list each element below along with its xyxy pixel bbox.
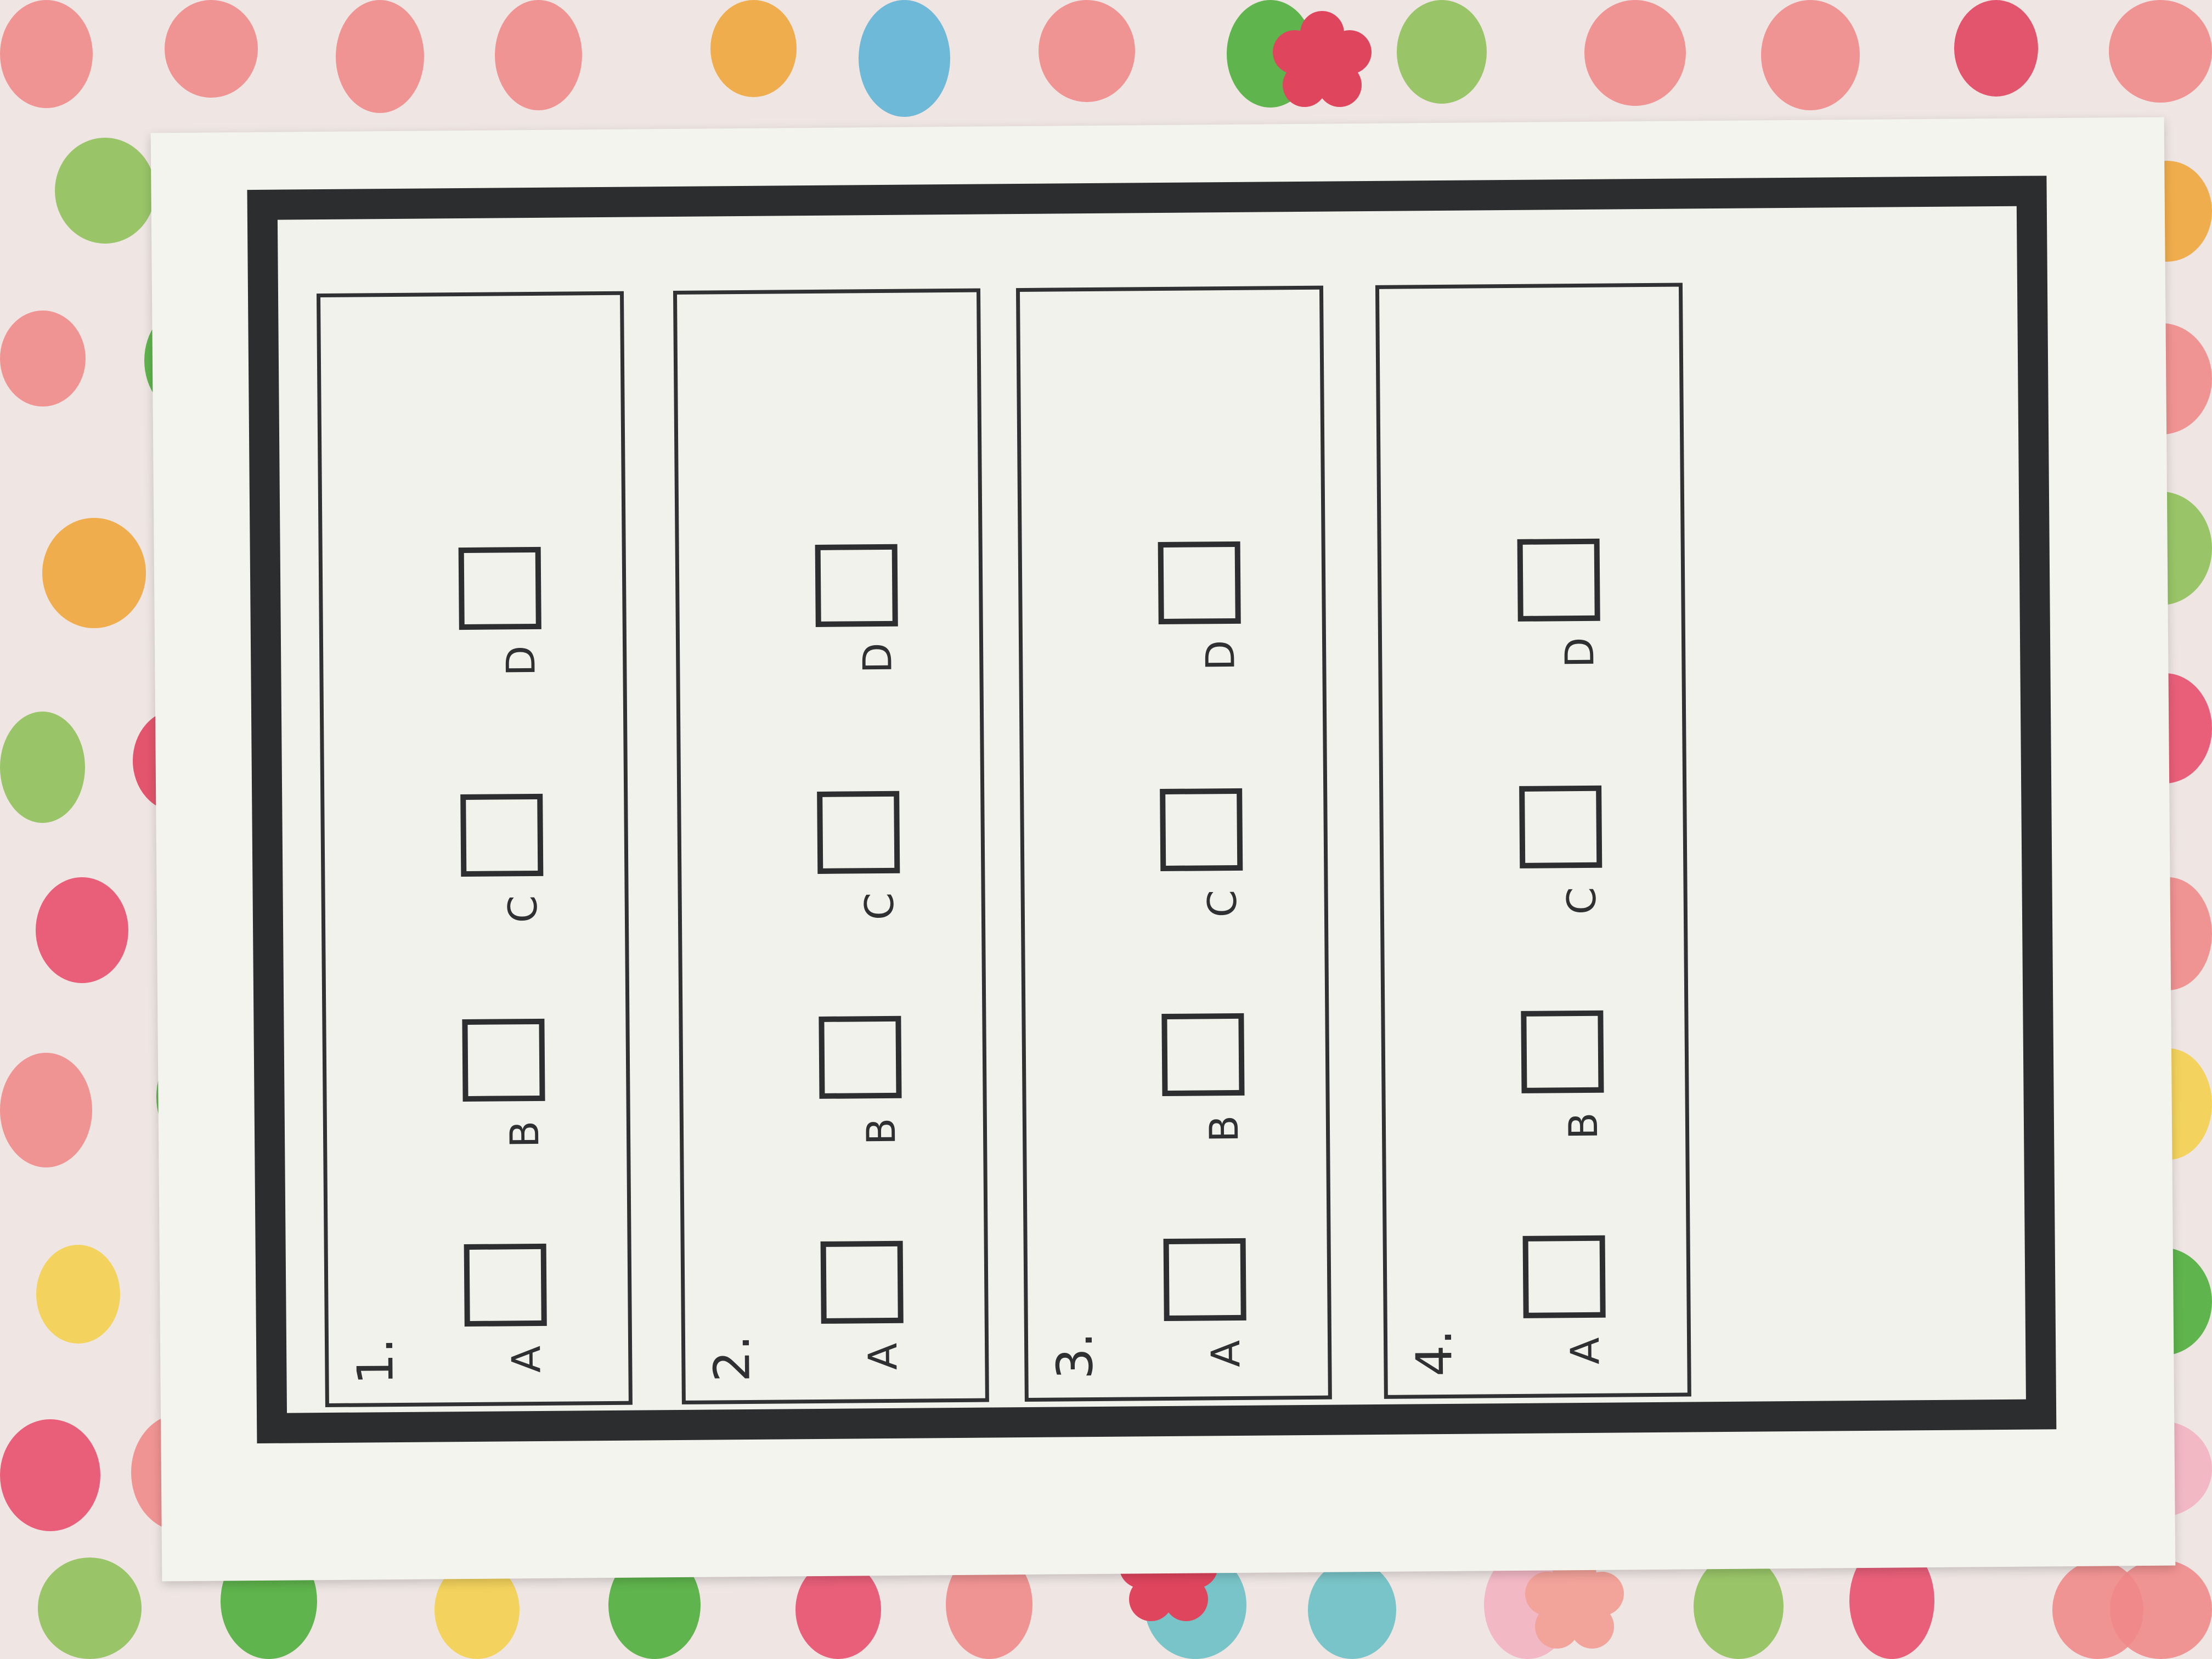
flower-petal — [1553, 1580, 1596, 1624]
option-letter: A — [860, 1342, 906, 1370]
tablecloth-dot — [336, 0, 424, 113]
option-b[interactable]: B — [1161, 1013, 1256, 1143]
answer-checkbox[interactable] — [820, 1240, 904, 1324]
tablecloth-dot — [1308, 1561, 1396, 1659]
option-letter: B — [1200, 1115, 1248, 1143]
answer-sheet-paper: 1. A B C D 2. A B C D 3. A B C D 4. A B … — [150, 117, 2176, 1582]
option-c[interactable]: C — [817, 791, 911, 921]
option-b[interactable]: B — [1521, 1010, 1615, 1140]
answer-checkbox[interactable] — [460, 793, 544, 877]
option-b[interactable]: B — [819, 1015, 913, 1146]
option-letter: C — [1558, 887, 1605, 915]
answer-checkbox[interactable] — [817, 791, 900, 874]
tablecloth-dot — [36, 877, 128, 983]
tablecloth-dot — [0, 1419, 100, 1531]
answer-checkbox[interactable] — [1160, 788, 1243, 872]
option-letter: A — [1562, 1337, 1609, 1365]
option-a[interactable]: A — [1522, 1235, 1617, 1365]
answer-checkbox[interactable] — [1158, 541, 1241, 625]
tablecloth-dot — [2110, 1560, 2212, 1659]
option-letter: D — [498, 645, 544, 676]
tablecloth-dot — [36, 1245, 120, 1344]
option-a[interactable]: A — [1163, 1238, 1257, 1368]
answer-checkbox[interactable] — [458, 546, 541, 630]
tablecloth-dot — [2109, 0, 2212, 103]
question-panel-3: 3. A B C D — [1015, 285, 1332, 1402]
option-letter: C — [499, 895, 546, 923]
option-letter: A — [1203, 1340, 1249, 1368]
answer-checkbox[interactable] — [1519, 785, 1602, 868]
answer-checkbox[interactable] — [815, 544, 898, 627]
tablecloth-dot — [55, 138, 155, 244]
option-letter: D — [854, 642, 901, 674]
option-c[interactable]: C — [1160, 788, 1254, 918]
tablecloth-dot — [0, 712, 85, 823]
option-letter: D — [1197, 640, 1244, 671]
answer-checkbox[interactable] — [1163, 1238, 1246, 1322]
tablecloth-dot — [1039, 0, 1135, 102]
option-letter: B — [501, 1120, 548, 1148]
option-letter: A — [503, 1345, 550, 1373]
answer-checkbox[interactable] — [819, 1015, 902, 1099]
tablecloth-dot — [710, 0, 797, 97]
option-letter: C — [856, 892, 902, 921]
answer-checkbox[interactable] — [1521, 1010, 1604, 1093]
question-number: 2. — [703, 1334, 761, 1383]
tablecloth-dot — [1584, 0, 1686, 106]
option-letter: D — [1556, 637, 1603, 668]
tablecloth-flower — [1273, 11, 1372, 110]
tablecloth-dot — [0, 311, 86, 407]
question-number: 1. — [346, 1338, 405, 1385]
question-panel-4: 4. A B C D — [1375, 283, 1691, 1399]
flower-petal — [1300, 38, 1344, 82]
tablecloth-dot — [1761, 0, 1860, 110]
answer-checkbox[interactable] — [1161, 1013, 1245, 1097]
option-letter: B — [857, 1118, 905, 1146]
question-number: 3. — [1046, 1332, 1104, 1380]
tablecloth-dot — [42, 518, 146, 628]
answer-checkbox[interactable] — [1517, 538, 1600, 622]
tablecloth-dot — [0, 0, 93, 108]
question-panel-2: 2. A B C D — [673, 288, 989, 1404]
question-number: 4. — [1405, 1329, 1464, 1377]
worksheet-frame: 1. A B C D 2. A B C D 3. A B C D 4. A B … — [247, 176, 2057, 1444]
option-letter: B — [1560, 1112, 1607, 1140]
tablecloth-dot — [0, 1053, 92, 1167]
tablecloth-dot — [495, 0, 582, 110]
answer-checkbox[interactable] — [1522, 1235, 1606, 1318]
answer-checkbox[interactable] — [464, 1243, 547, 1327]
tablecloth-dot — [1954, 0, 2038, 97]
question-panel-1: 1. A B C D — [316, 291, 633, 1408]
option-d[interactable]: D — [815, 544, 909, 674]
tablecloth-dot — [859, 0, 950, 117]
tablecloth-dot — [165, 0, 258, 98]
option-d[interactable]: D — [1158, 541, 1252, 671]
tablecloth-dot — [38, 1558, 142, 1659]
answer-checkbox[interactable] — [462, 1018, 545, 1102]
tablecloth-dot — [1694, 1554, 1784, 1659]
option-letter: C — [1199, 889, 1245, 918]
tablecloth-dot — [1397, 0, 1487, 104]
